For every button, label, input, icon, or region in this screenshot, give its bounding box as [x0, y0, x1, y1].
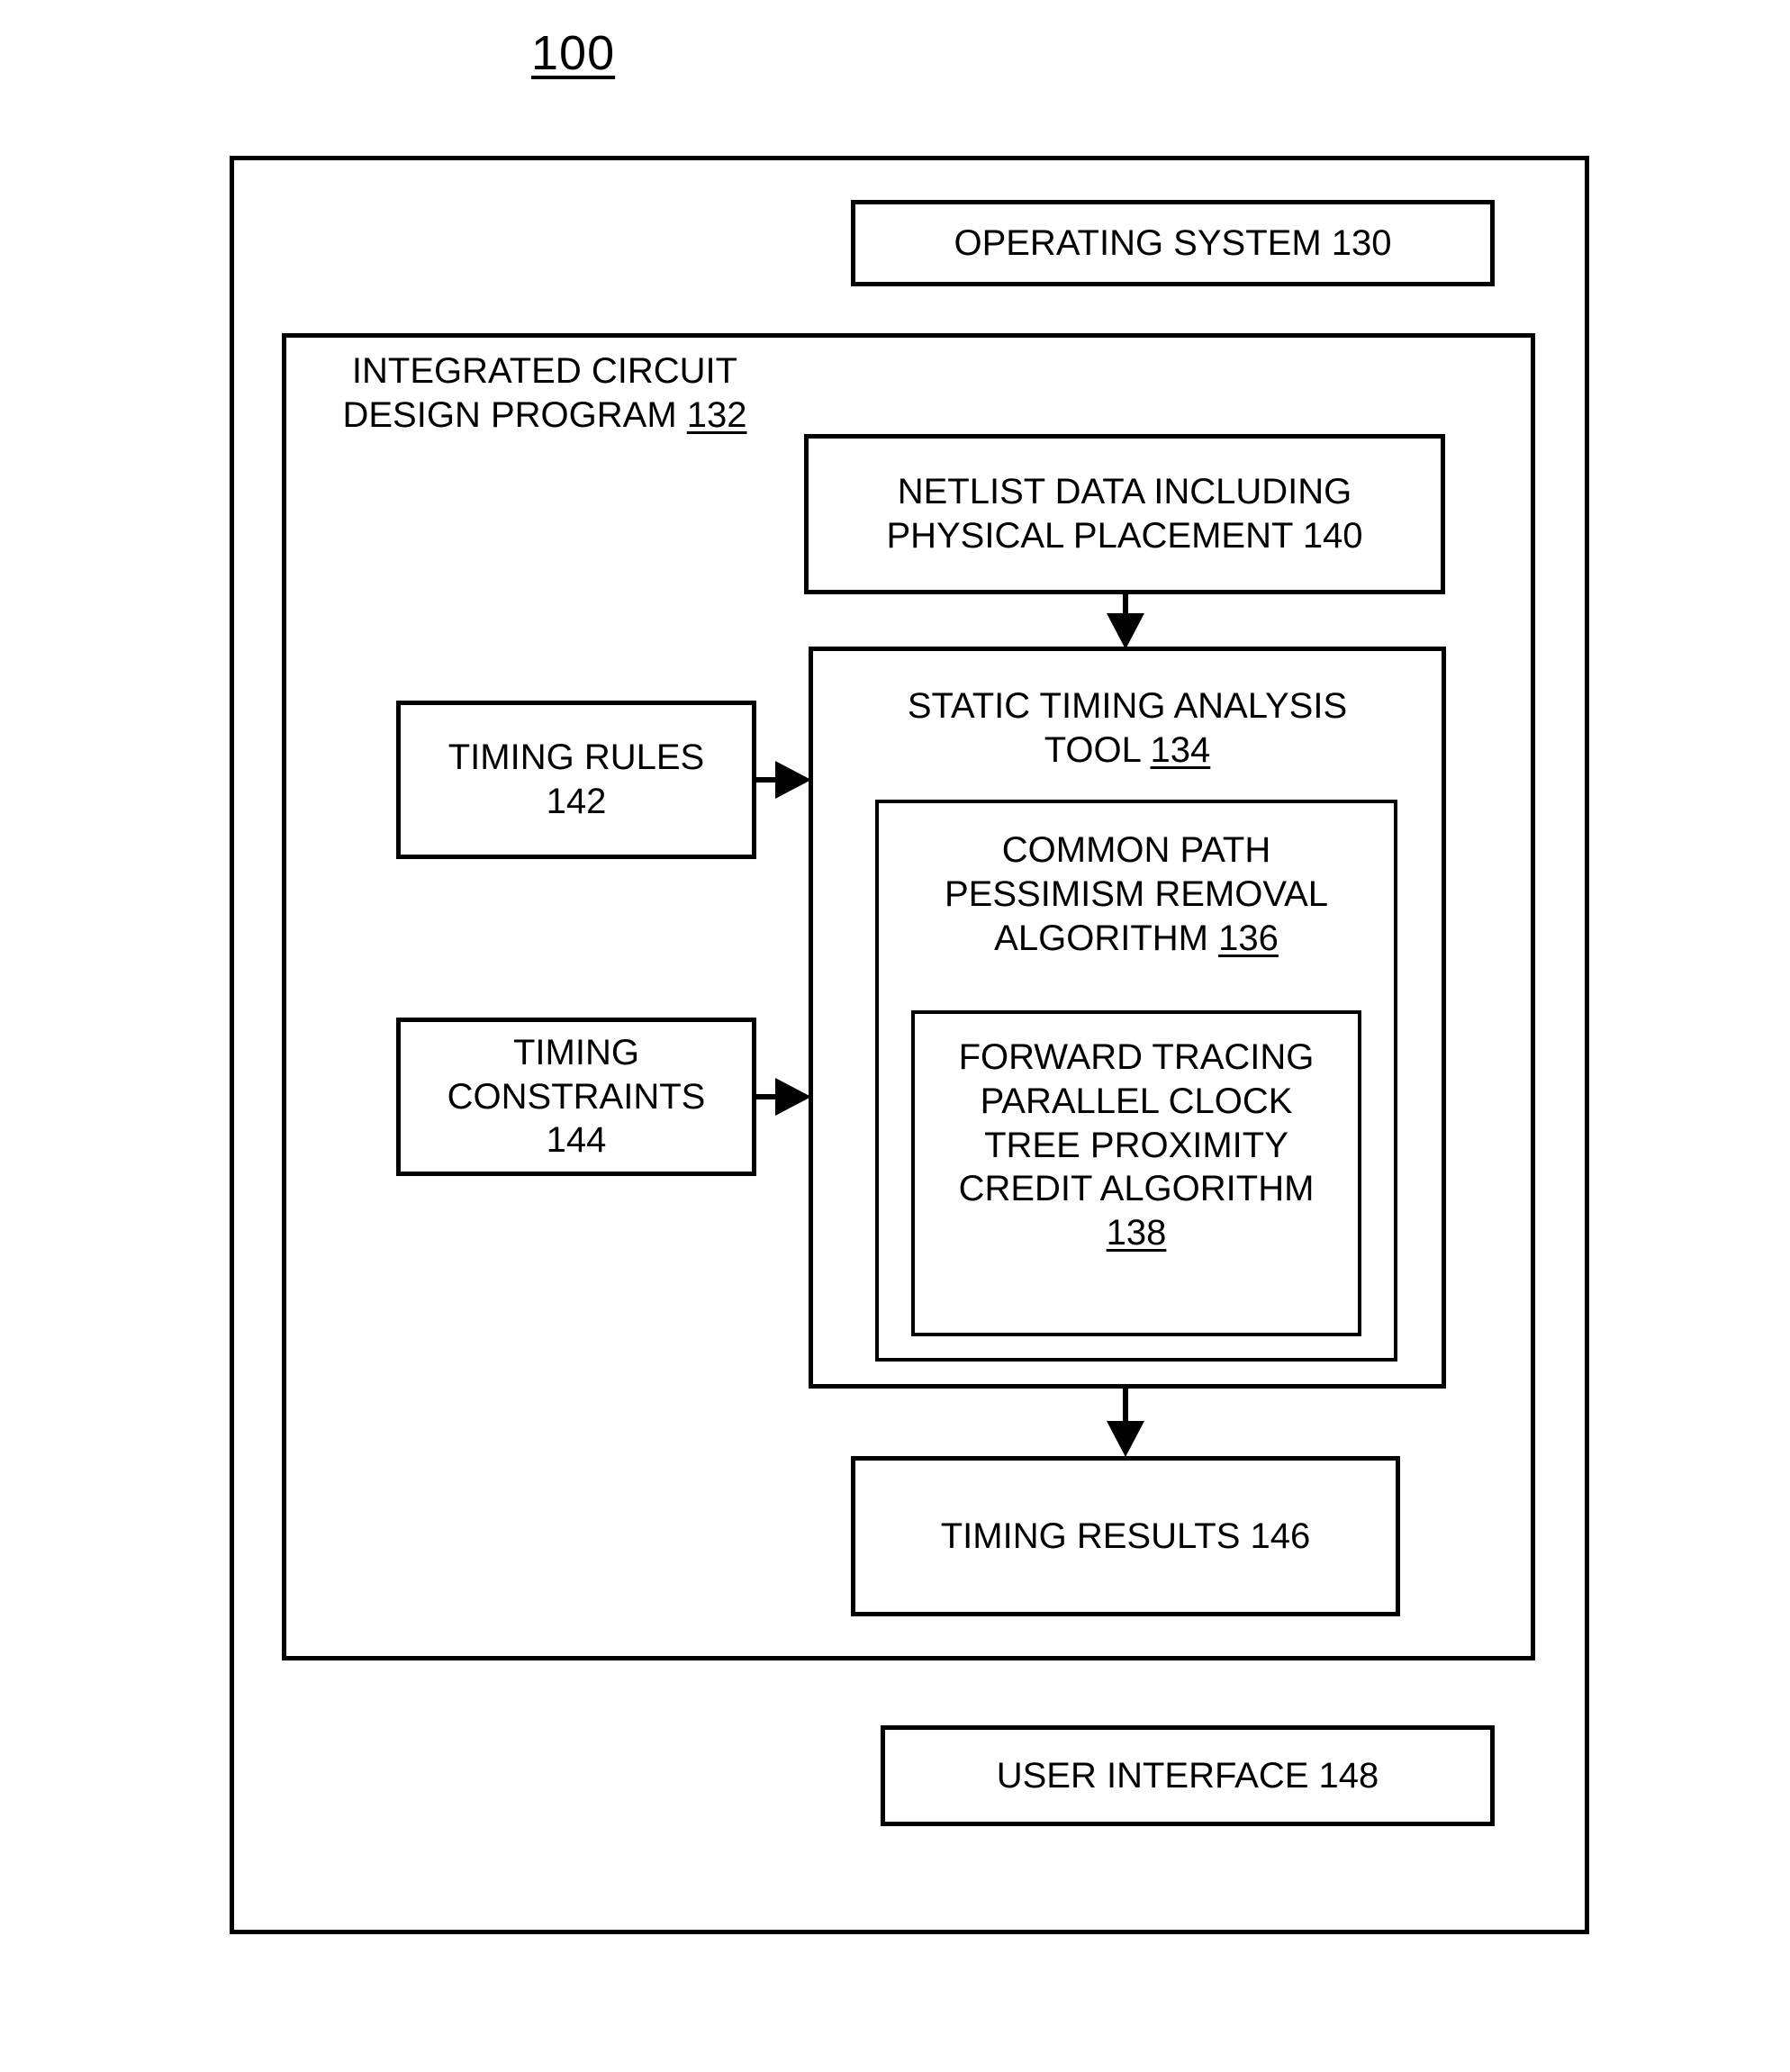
figure-canvas: 100 OPERATING SYSTEM 130 INTEGRATED CIRC…: [0, 0, 1790, 2072]
timing-rules-text: TIMING RULES: [448, 737, 705, 778]
timing-results-label-wrap: TIMING RESULTS 146: [855, 1461, 1396, 1612]
netlist-data-text: NETLIST DATA INCLUDING PHYSICAL PLACEMEN…: [886, 472, 1352, 556]
static-timing-analysis-tool-text: STATIC TIMING ANALYSIS TOOL: [907, 686, 1348, 770]
timing-rules-ref: 142: [546, 782, 607, 821]
arrow-sta-to-timing-results-line: [1123, 1389, 1128, 1421]
operating-system-ref: 130: [1331, 222, 1392, 263]
netlist-data-label: NETLIST DATA INCLUDING PHYSICAL PLACEMEN…: [809, 470, 1441, 558]
forward-tracing-algorithm-ref: 138: [1106, 1213, 1167, 1253]
timing-constraints-ref: 144: [546, 1120, 607, 1161]
operating-system-label: OPERATING SYSTEM 130: [941, 222, 1404, 266]
user-interface-text: USER INTERFACE: [996, 1755, 1319, 1796]
forward-tracing-algorithm-label: FORWARD TRACING PARALLEL CLOCK TREE PROX…: [917, 1036, 1356, 1255]
netlist-data-box: NETLIST DATA INCLUDING PHYSICAL PLACEMEN…: [804, 434, 1445, 594]
design-program-ref: 132: [686, 394, 747, 435]
figure-number: 100: [531, 26, 616, 80]
timing-rules-label: TIMING RULES 142: [401, 736, 752, 824]
operating-system-label-wrap: OPERATING SYSTEM 130: [855, 204, 1490, 282]
user-interface-label-wrap: USER INTERFACE 148: [885, 1730, 1490, 1822]
timing-constraints-text: TIMING CONSTRAINTS: [447, 1032, 706, 1117]
timing-results-label: TIMING RESULTS 146: [928, 1515, 1323, 1559]
timing-constraints-label-wrap: TIMING CONSTRAINTS 144: [401, 1022, 752, 1172]
static-timing-analysis-tool-ref: 134: [1150, 729, 1211, 770]
operating-system-text: OPERATING SYSTEM: [954, 222, 1332, 263]
arrow-netlist-to-sta-head-icon: [1107, 613, 1144, 649]
netlist-data-ref: 140: [1302, 516, 1363, 556]
timing-results-box: TIMING RESULTS 146: [851, 1456, 1400, 1616]
timing-constraints-box: TIMING CONSTRAINTS 144: [396, 1018, 756, 1176]
timing-rules-box: TIMING RULES 142: [396, 701, 756, 859]
user-interface-ref: 148: [1318, 1755, 1379, 1796]
user-interface-box: USER INTERFACE 148: [881, 1725, 1495, 1826]
netlist-data-label-wrap: NETLIST DATA INCLUDING PHYSICAL PLACEMEN…: [809, 439, 1441, 590]
arrow-timing-rules-to-sta-head-icon: [775, 761, 811, 799]
static-timing-analysis-tool-label: STATIC TIMING ANALYSIS TOOL 134: [815, 684, 1440, 773]
cppr-algorithm-ref: 136: [1218, 918, 1279, 958]
timing-constraints-label: TIMING CONSTRAINTS 144: [401, 1031, 752, 1163]
timing-results-ref: 146: [1250, 1516, 1311, 1556]
arrow-sta-to-timing-results-head-icon: [1107, 1421, 1144, 1457]
cppr-algorithm-label: COMMON PATH PESSIMISM REMOVAL ALGORITHM …: [878, 828, 1395, 960]
design-program-label: INTEGRATED CIRCUIT DESIGN PROGRAM 132: [311, 349, 779, 438]
forward-tracing-algorithm-text: FORWARD TRACING PARALLEL CLOCK TREE PROX…: [958, 1037, 1315, 1209]
timing-results-text: TIMING RESULTS: [940, 1516, 1251, 1556]
operating-system-box: OPERATING SYSTEM 130: [851, 200, 1495, 286]
design-program-text: INTEGRATED CIRCUIT DESIGN PROGRAM: [342, 351, 738, 435]
user-interface-label: USER INTERFACE 148: [984, 1754, 1392, 1798]
arrow-timing-constraints-to-sta-head-icon: [775, 1078, 811, 1116]
timing-rules-label-wrap: TIMING RULES 142: [401, 705, 752, 855]
